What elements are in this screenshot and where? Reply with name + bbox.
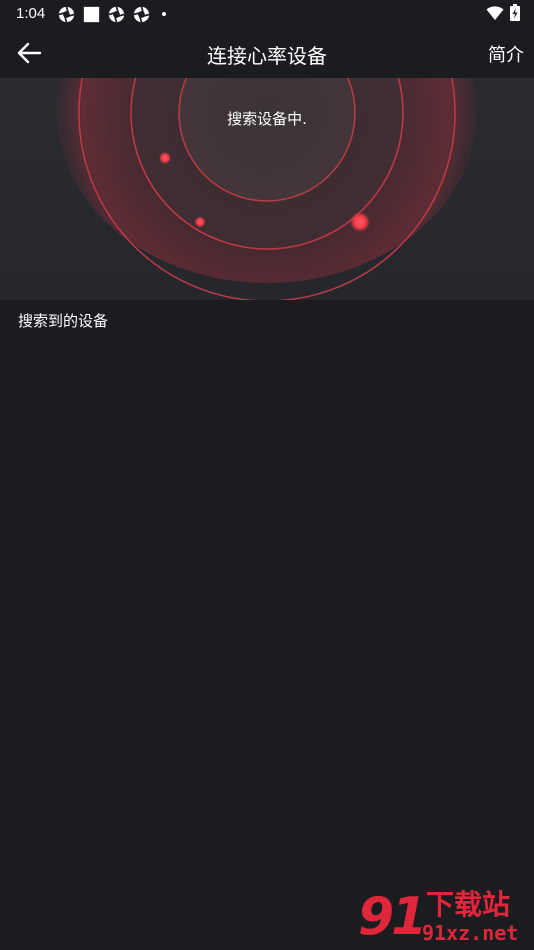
device-list bbox=[0, 340, 534, 900]
camera-aperture-icon bbox=[58, 6, 75, 22]
camera-aperture-icon bbox=[108, 6, 125, 22]
radar-dot bbox=[350, 212, 370, 232]
status-bar: 1:04 bbox=[0, 0, 534, 28]
battery-charging-icon bbox=[510, 4, 520, 21]
camera-aperture-icon bbox=[133, 6, 150, 22]
status-time: 1:04 bbox=[16, 5, 46, 22]
notification-icons bbox=[58, 5, 166, 23]
screen: 1:04 连接心率设备 简介 搜索设备中. 搜索到的设备 91 下载站 91xz… bbox=[0, 0, 534, 950]
searching-status-text: 搜索设备中. bbox=[227, 110, 307, 128]
watermark-number: 91 bbox=[358, 887, 427, 947]
toolbar: 连接心率设备 简介 bbox=[0, 28, 534, 78]
system-icons bbox=[486, 4, 520, 21]
radar-panel: 搜索设备中. bbox=[0, 78, 534, 300]
radar-dot bbox=[194, 216, 206, 228]
found-devices-heading: 搜索到的设备 bbox=[18, 312, 109, 330]
square-app-icon bbox=[83, 6, 100, 22]
watermark-url: 91xz.net bbox=[422, 921, 519, 945]
watermark-text: 下载站 bbox=[426, 888, 511, 921]
radar-dot bbox=[159, 152, 171, 164]
more-notifications-dot bbox=[162, 12, 166, 16]
intro-button[interactable]: 简介 bbox=[488, 41, 524, 67]
wifi-icon bbox=[486, 5, 504, 20]
site-watermark-logo: 91 下载站 91xz.net bbox=[358, 888, 530, 948]
page-title: 连接心率设备 bbox=[207, 44, 327, 68]
